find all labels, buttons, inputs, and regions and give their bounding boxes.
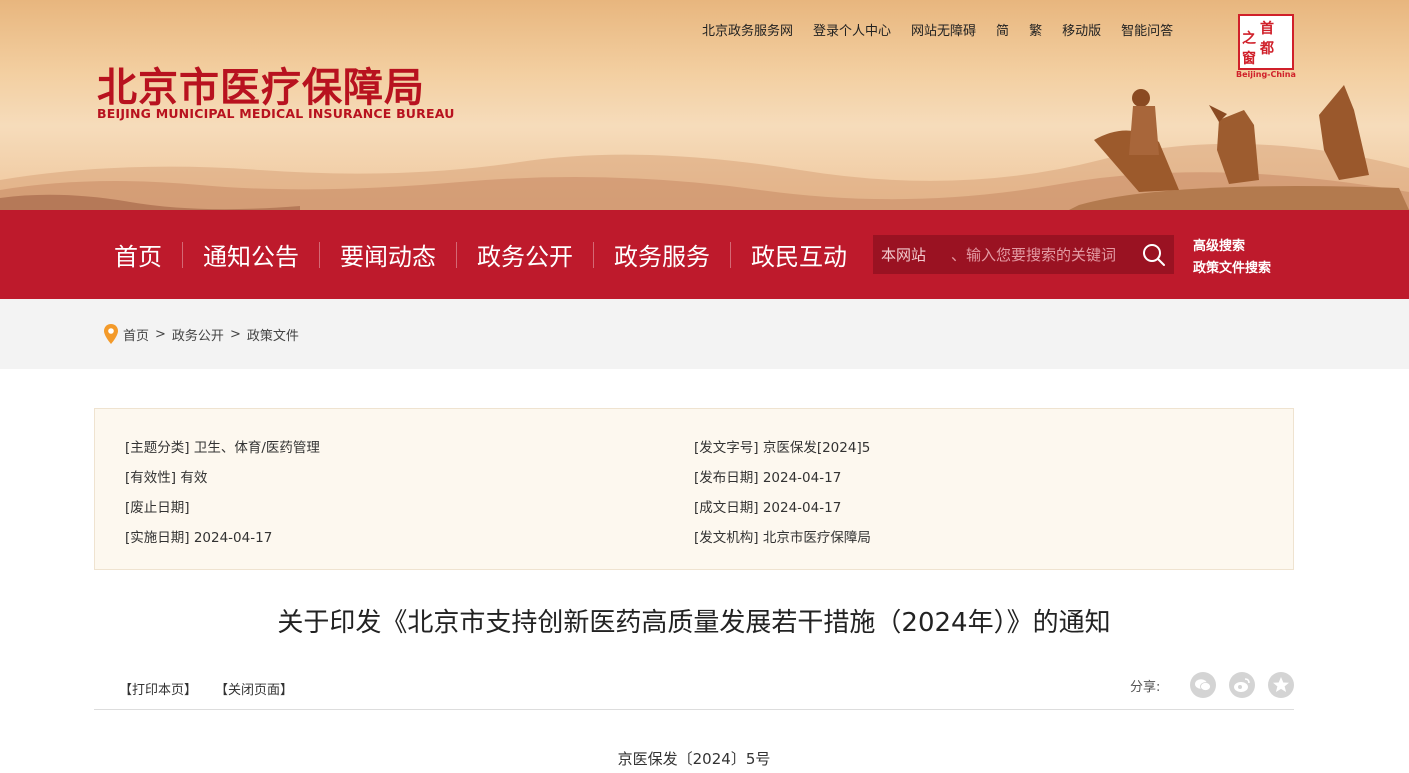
bronze-sculpture — [1069, 85, 1409, 210]
close-page-link[interactable]: 【关闭页面】 — [215, 679, 293, 698]
share-label: 分享: — [1130, 680, 1161, 695]
breadcrumb-separator: > — [155, 326, 166, 342]
nav-item-news[interactable]: 要闻动态 — [320, 237, 456, 272]
header-banner: 北京市医疗保障局 BEIJING MUNICIPAL MEDICAL INSUR… — [0, 0, 1409, 210]
location-pin-icon — [104, 324, 118, 344]
top-link-mobile[interactable]: 移动版 — [1062, 20, 1101, 39]
page-tools: 【打印本页】 【关闭页面】 — [119, 679, 293, 698]
seal-char: 首 — [1260, 21, 1274, 37]
policy-search-link[interactable]: 政策文件搜索 — [1193, 258, 1271, 280]
top-link-accessibility[interactable]: 网站无障碍 — [911, 20, 976, 39]
nav-item-notices[interactable]: 通知公告 — [183, 237, 319, 272]
document-number: 京医保发〔2024〕5号 — [617, 750, 771, 768]
print-page-link[interactable]: 【打印本页】 — [119, 679, 197, 698]
advanced-search-link[interactable]: 高级搜索 — [1193, 236, 1271, 258]
nav-item-home[interactable]: 首页 — [96, 237, 182, 272]
breadcrumb-bar: 首页 > 政务公开 > 政策文件 — [0, 299, 1409, 369]
top-link-simplified[interactable]: 简 — [996, 20, 1009, 39]
breadcrumb-home[interactable]: 首页 — [123, 325, 149, 344]
meta-doc-number: [发文字号] 京医保发[2024]5 — [694, 440, 871, 456]
top-link-smart-qa[interactable]: 智能问答 — [1121, 20, 1173, 39]
seal-caption: Beijing-China — [1236, 70, 1296, 79]
seal-char: 窗 — [1242, 51, 1256, 67]
weibo-icon[interactable] — [1229, 672, 1255, 698]
meta-effective-date: [实施日期] 2024-04-17 — [125, 530, 273, 546]
search-box: 本网站 — [873, 235, 1174, 274]
nav-item-gov-service[interactable]: 政务服务 — [594, 237, 730, 272]
capital-window-seal-icon[interactable]: 首 都 之 窗 — [1238, 14, 1294, 70]
search-input[interactable] — [951, 245, 1131, 264]
search-links: 高级搜索 政策文件搜索 — [1193, 236, 1271, 280]
search-scope-select[interactable]: 本网站 — [873, 244, 951, 265]
breadcrumb: 首页 > 政务公开 > 政策文件 — [104, 324, 299, 344]
site-logo-en: BEIJING MUNICIPAL MEDICAL INSURANCE BURE… — [97, 106, 455, 121]
wechat-icon[interactable] — [1190, 672, 1216, 698]
meta-abolish-date: [废止日期] — [125, 500, 190, 516]
meta-issuer: [发文机构] 北京市医疗保障局 — [694, 530, 871, 546]
document-title: 关于印发《北京市支持创新医药高质量发展若干措施（2024年）》的通知 — [277, 608, 1111, 638]
seal-char: 之 — [1242, 31, 1256, 47]
top-links: 北京政务服务网 登录个人中心 网站无障碍 简 繁 移动版 智能问答 — [702, 20, 1193, 39]
site-logo-cn[interactable]: 北京市医疗保障局 — [97, 55, 425, 113]
meta-written-date: [成文日期] 2024-04-17 — [694, 500, 842, 516]
meta-validity: [有效性] 有效 — [125, 470, 208, 486]
breadcrumb-gov-disclosure[interactable]: 政务公开 — [172, 325, 224, 344]
meta-topic: [主题分类] 卫生、体育/医药管理 — [125, 440, 320, 456]
top-link-traditional[interactable]: 繁 — [1029, 20, 1042, 39]
search-icon[interactable] — [1141, 242, 1166, 267]
meta-publish-date: [发布日期] 2024-04-17 — [694, 470, 842, 486]
seal-char: 都 — [1260, 41, 1274, 57]
content-divider — [94, 709, 1294, 710]
breadcrumb-separator: > — [229, 326, 241, 342]
top-link-gov-service[interactable]: 北京政务服务网 — [702, 20, 793, 39]
star-icon[interactable] — [1268, 672, 1294, 698]
breadcrumb-policy-docs[interactable]: 政策文件 — [247, 325, 299, 344]
nav-item-interaction[interactable]: 政民互动 — [731, 237, 867, 272]
top-link-login[interactable]: 登录个人中心 — [813, 20, 891, 39]
document-meta: [主题分类] 卫生、体育/医药管理 [有效性] 有效 [废止日期] [实施日期]… — [94, 408, 1294, 570]
nav-item-gov-disclosure[interactable]: 政务公开 — [457, 237, 593, 272]
